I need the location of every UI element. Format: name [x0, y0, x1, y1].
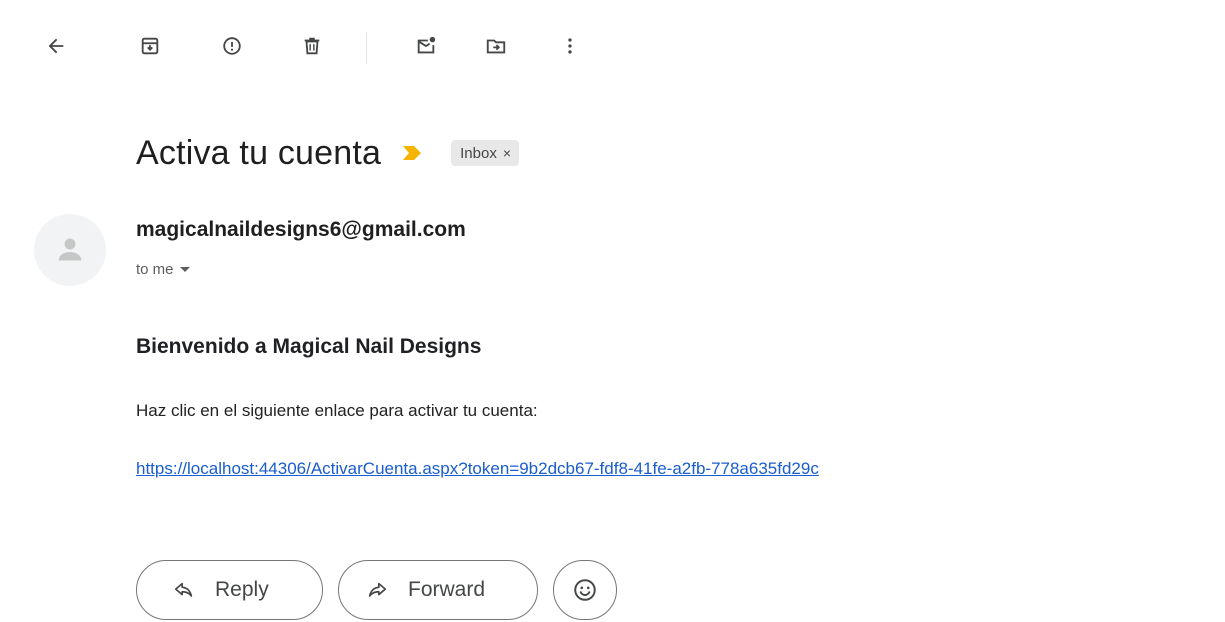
- subject-row: Activa tu cuenta Inbox ×: [136, 130, 520, 176]
- move-to-icon: [486, 39, 506, 54]
- forward-icon: [368, 582, 387, 597]
- delete-icon: [304, 37, 320, 55]
- reply-label: Reply: [215, 578, 269, 601]
- importance-marker[interactable]: [401, 144, 423, 162]
- report-spam-icon: [223, 37, 241, 55]
- body-heading: Bienvenido a Magical Nail Designs: [136, 335, 482, 358]
- delete-button[interactable]: [292, 26, 332, 66]
- mark-unread-button[interactable]: [406, 26, 446, 66]
- remove-label-button[interactable]: ×: [503, 145, 511, 161]
- reply-icon: [174, 582, 193, 597]
- recipient-text: to me: [136, 261, 174, 278]
- forward-label: Forward: [408, 578, 486, 601]
- toolbar-divider: [366, 32, 367, 64]
- archive-button[interactable]: [130, 26, 170, 66]
- back-icon: [48, 38, 64, 54]
- sender-avatar[interactable]: [34, 214, 106, 286]
- forward-button[interactable]: Forward: [338, 560, 538, 620]
- move-to-button[interactable]: [476, 26, 516, 66]
- more-options-icon: [568, 38, 572, 54]
- person-icon: [58, 238, 82, 261]
- emoji-reaction-button[interactable]: [553, 560, 617, 620]
- mark-unread-icon: [417, 36, 436, 54]
- body-paragraph: Haz clic en el siguiente enlace para act…: [136, 401, 538, 420]
- report-spam-button[interactable]: [212, 26, 252, 66]
- archive-icon: [141, 37, 159, 55]
- inbox-label-chip[interactable]: Inbox ×: [451, 140, 520, 166]
- email-view: Activa tu cuenta Inbox × magicalnaildesi…: [0, 0, 1225, 622]
- importance-icon: [403, 146, 422, 160]
- label-chip-text: Inbox: [460, 144, 497, 162]
- more-options-button[interactable]: [550, 26, 590, 66]
- caret-down-icon: [179, 267, 190, 272]
- email-subject: Activa tu cuenta: [136, 133, 382, 172]
- reply-button[interactable]: Reply: [136, 560, 323, 620]
- recipient-details-toggle[interactable]: to me: [136, 261, 190, 278]
- smiley-icon: [574, 579, 596, 601]
- sender-address[interactable]: magicalnaildesigns6@gmail.com: [136, 218, 466, 242]
- back-button[interactable]: [36, 26, 76, 66]
- activation-link[interactable]: https://localhost:44306/ActivarCuenta.as…: [136, 459, 819, 479]
